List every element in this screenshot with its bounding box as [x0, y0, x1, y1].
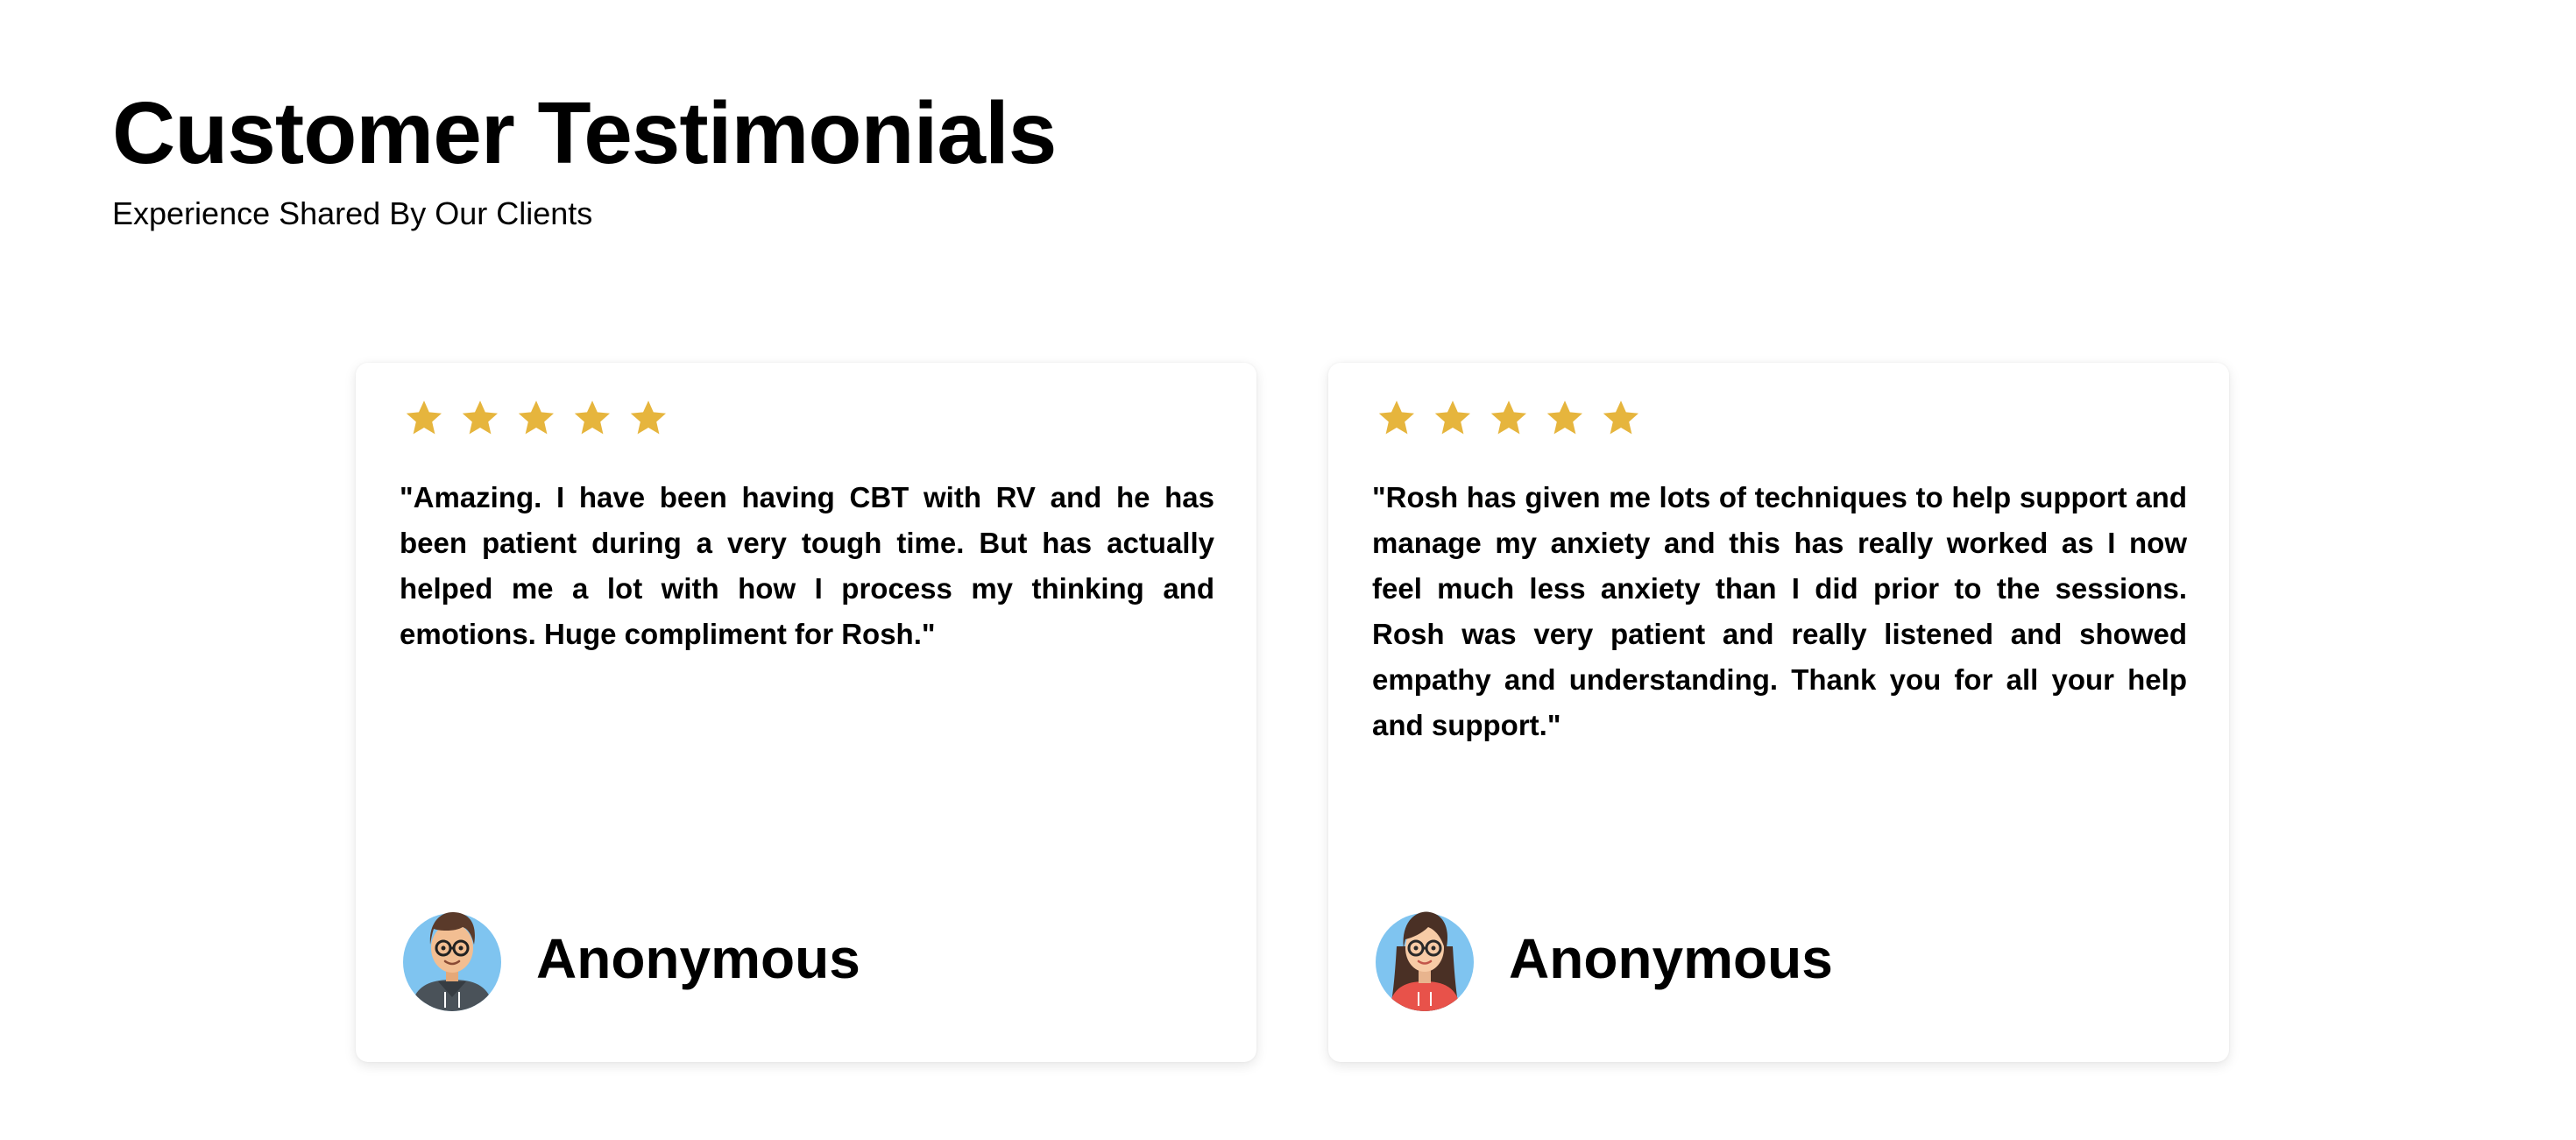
star-icon [406, 400, 442, 435]
star-icon [574, 400, 610, 435]
page-header: Customer Testimonials Experience Shared … [112, 81, 1057, 233]
testimonials-list: "Amazing. I have been having CBT with RV… [356, 363, 2229, 1062]
author-name: Anonymous [536, 927, 860, 990]
male-avatar-icon [403, 911, 501, 1011]
star-icon [518, 400, 554, 435]
page-title: Customer Testimonials [112, 84, 1057, 182]
testimonial-quote: "Rosh has given me lots of techniques to… [1372, 481, 2187, 741]
testimonial-author: Anonymous [1376, 906, 1833, 1011]
star-icon [1434, 400, 1470, 435]
star-icon [1546, 400, 1582, 435]
star-rating [1376, 398, 1642, 440]
star-icon [630, 400, 666, 435]
star-icon [1490, 400, 1526, 435]
testimonial-author: Anonymous [403, 906, 860, 1011]
page-subtitle: Experience Shared By Our Clients [112, 195, 593, 231]
female-avatar-icon [1376, 911, 1474, 1011]
testimonial-quote: "Amazing. I have been having CBT with RV… [400, 481, 1214, 650]
testimonial-card: "Amazing. I have been having CBT with RV… [356, 363, 1256, 1062]
testimonial-card: "Rosh has given me lots of techniques to… [1328, 363, 2229, 1062]
star-icon [462, 400, 498, 435]
star-rating [403, 398, 669, 440]
star-icon [1378, 400, 1414, 435]
star-icon [1603, 400, 1638, 435]
author-name: Anonymous [1509, 927, 1833, 990]
